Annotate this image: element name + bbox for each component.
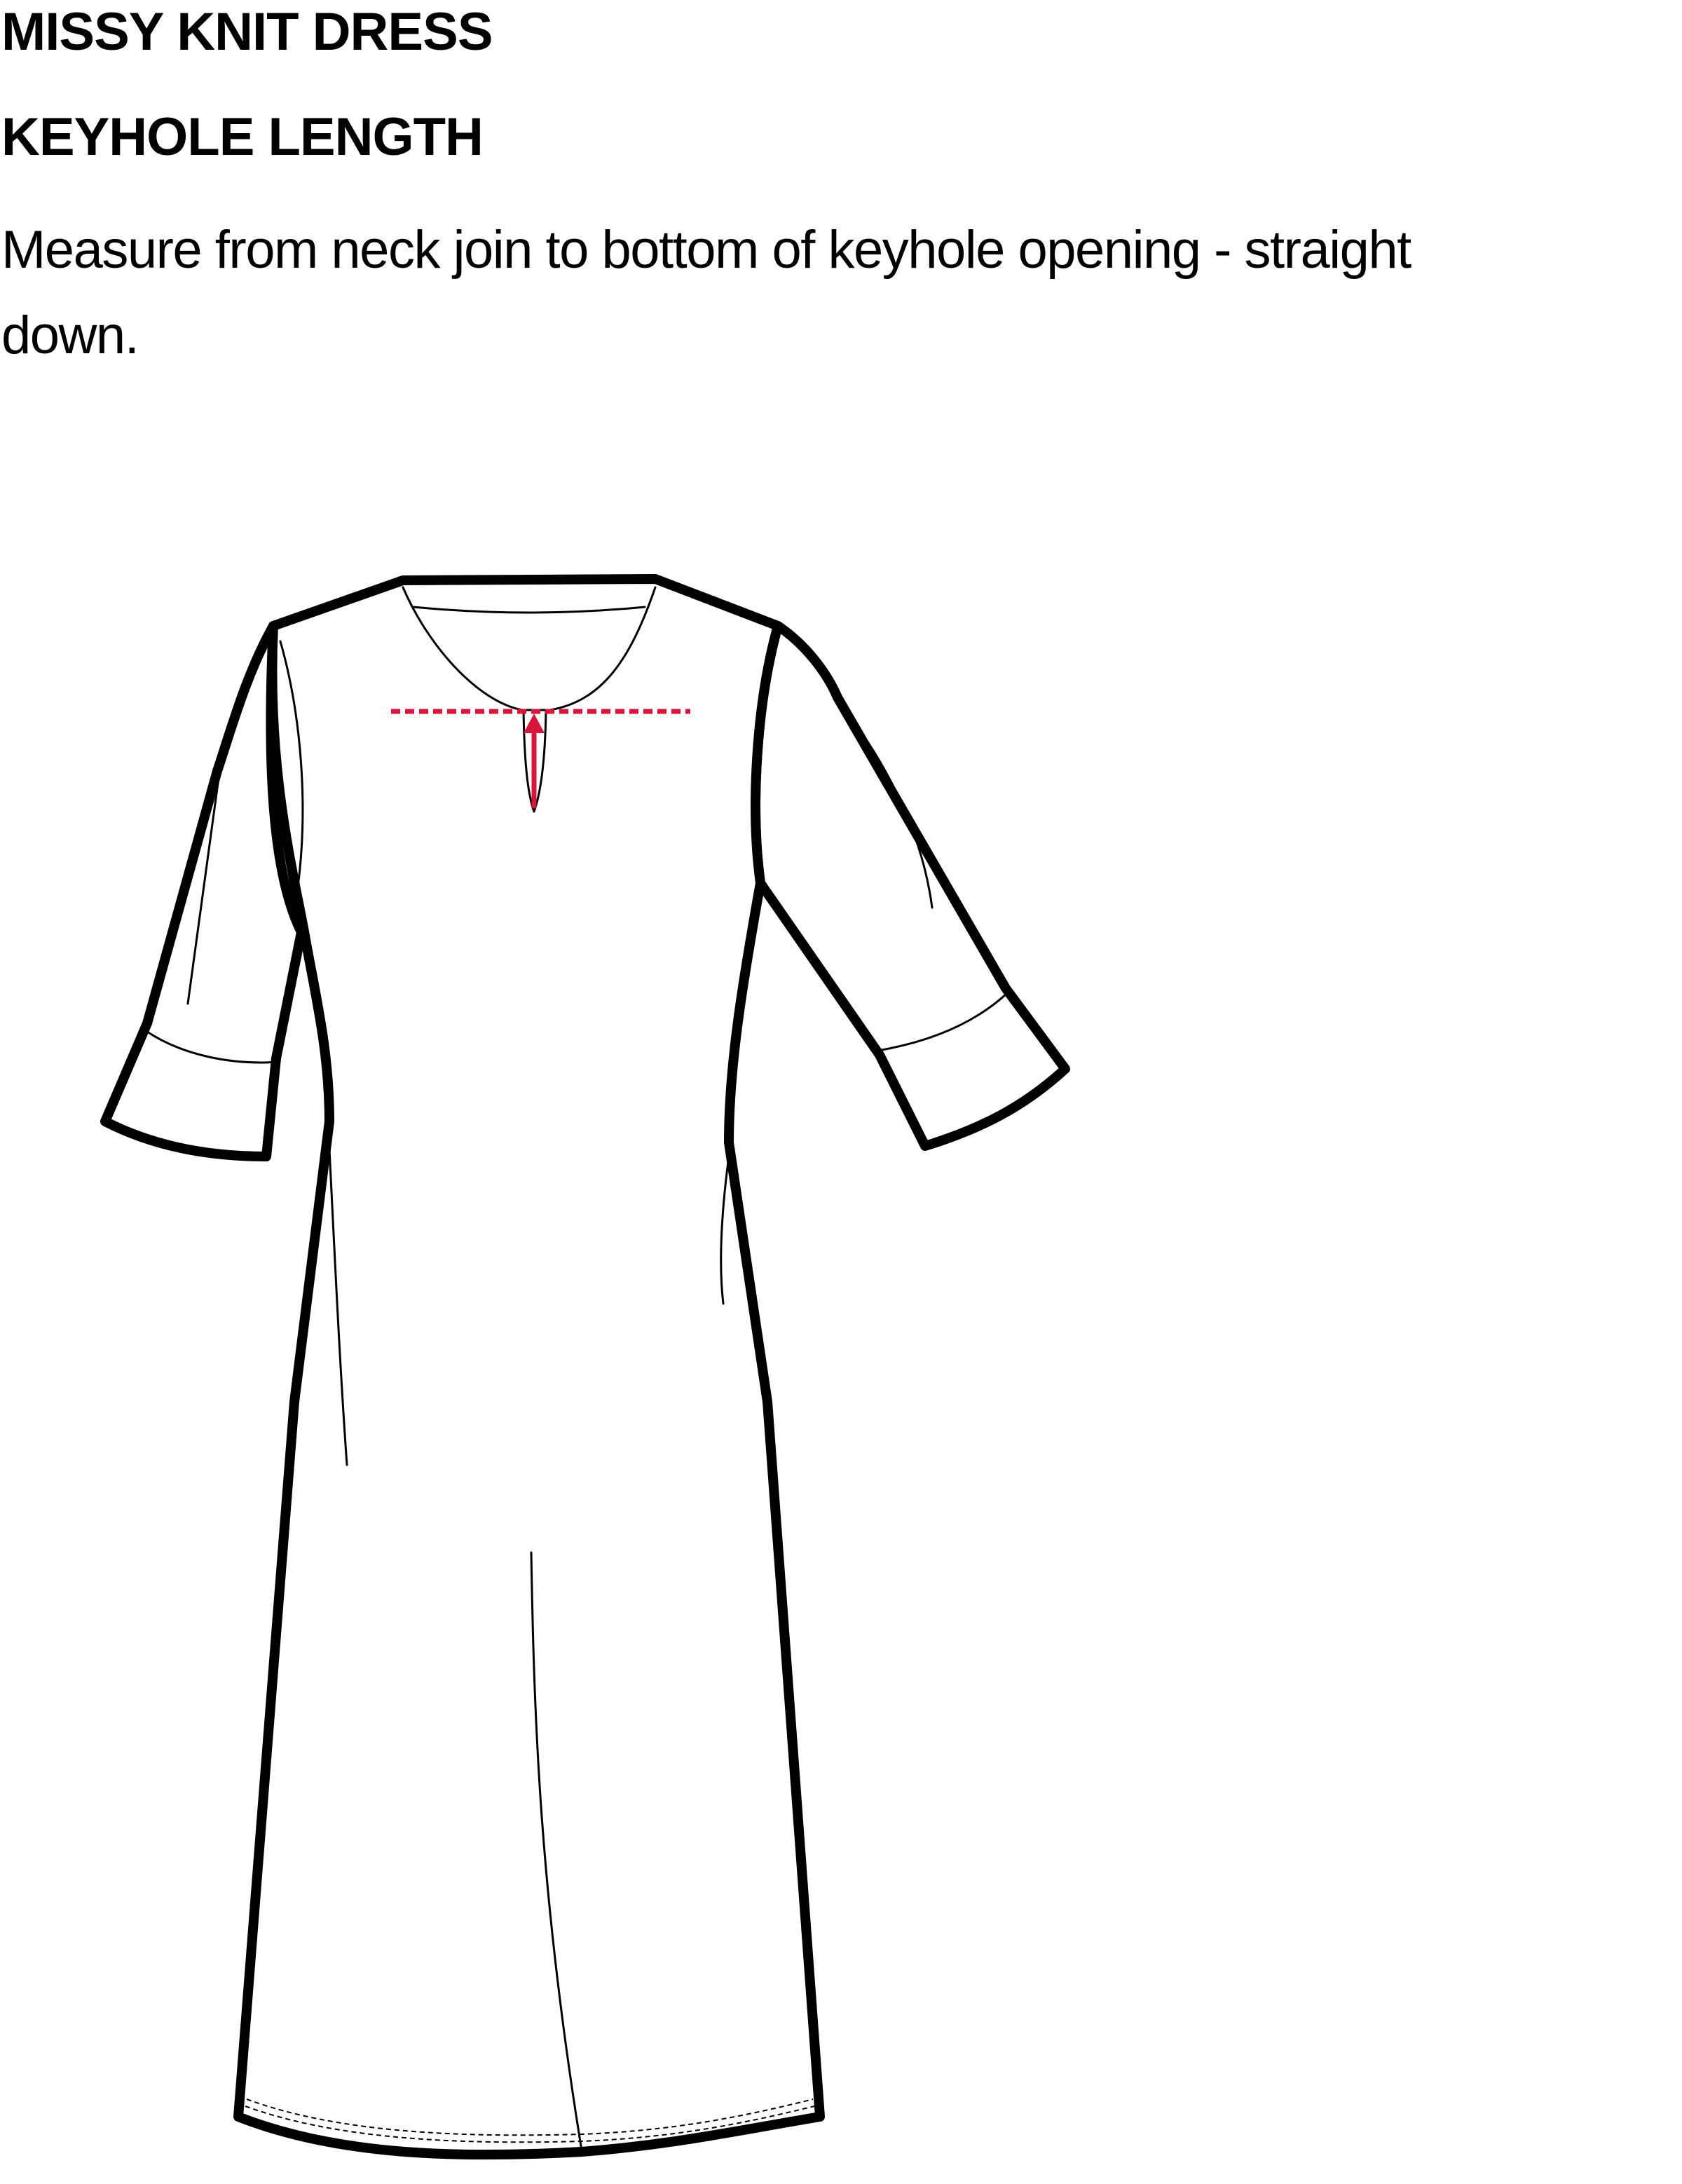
dress-body [233, 574, 825, 2160]
dress-illustration [100, 574, 1070, 2160]
dress-flat-sketch-icon [100, 574, 1070, 2160]
right-sleeve [751, 621, 1070, 1151]
